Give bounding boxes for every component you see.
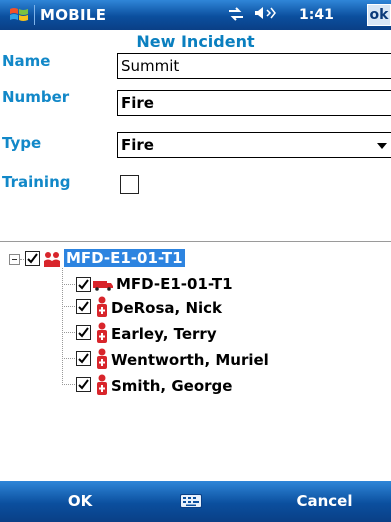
softkey-bar: OK Cancel (0, 481, 391, 522)
unit-tree[interactable]: MFD-E1-01-T1 MFD-E1-01-T1 DeRosa, Nick E… (0, 241, 391, 481)
type-dropdown[interactable]: Fire (117, 132, 391, 158)
title-bar: MOBILE 1:41 ok (0, 0, 391, 30)
cancel-softkey[interactable]: Cancel (258, 481, 391, 522)
tree-connector (62, 358, 75, 359)
tree-connector (62, 268, 63, 385)
type-label: Type (2, 134, 42, 152)
tree-item-label[interactable]: MFD-E1-01-T1 (116, 275, 233, 293)
firefighter-icon (97, 348, 107, 369)
title-separator (34, 5, 35, 25)
name-label: Name (2, 52, 51, 70)
unit-group-icon (44, 252, 60, 267)
chevron-down-icon[interactable] (377, 143, 387, 149)
number-label: Number (2, 88, 70, 106)
tree-item-label[interactable]: DeRosa, Nick (111, 299, 222, 317)
firefighter-icon (97, 296, 107, 317)
tree-connector (20, 259, 24, 260)
form-heading: New Incident (136, 32, 255, 51)
tree-item-label[interactable]: Wentworth, Muriel (111, 351, 269, 369)
tree-item-checkbox[interactable] (76, 325, 91, 340)
tree-item-checkbox[interactable] (76, 277, 91, 292)
ok-button[interactable]: ok (367, 4, 391, 26)
tree-item-checkbox[interactable] (76, 351, 91, 366)
tree-item-label[interactable]: Earley, Terry (111, 325, 217, 343)
connectivity-icon (229, 7, 243, 21)
truck-icon (93, 281, 113, 291)
collapse-icon[interactable] (9, 254, 20, 265)
firefighter-icon (97, 374, 107, 395)
ok-softkey[interactable]: OK (0, 481, 160, 522)
tree-root-checkbox[interactable] (25, 251, 40, 266)
tree-item-label[interactable]: Smith, George (111, 377, 232, 395)
clock[interactable]: 1:41 (299, 7, 334, 23)
tree-connector (62, 384, 75, 385)
tree-item-checkbox[interactable] (76, 377, 91, 392)
number-field[interactable]: Fire (117, 90, 391, 116)
training-label: Training (2, 173, 71, 191)
training-checkbox[interactable] (120, 175, 139, 194)
tree-root-label[interactable]: MFD-E1-01-T1 (64, 249, 185, 267)
tree-connector (62, 306, 75, 307)
name-field[interactable]: Summit (117, 53, 391, 79)
firefighter-icon (97, 322, 107, 343)
tree-connector (62, 332, 75, 333)
keyboard-icon[interactable] (180, 494, 202, 508)
tree-item-checkbox[interactable] (76, 299, 91, 314)
volume-icon (255, 7, 276, 19)
type-dropdown-value: Fire (121, 136, 154, 154)
tree-connector (62, 284, 75, 285)
app-title: MOBILE (40, 6, 107, 24)
windows-start-icon[interactable] (8, 4, 30, 26)
